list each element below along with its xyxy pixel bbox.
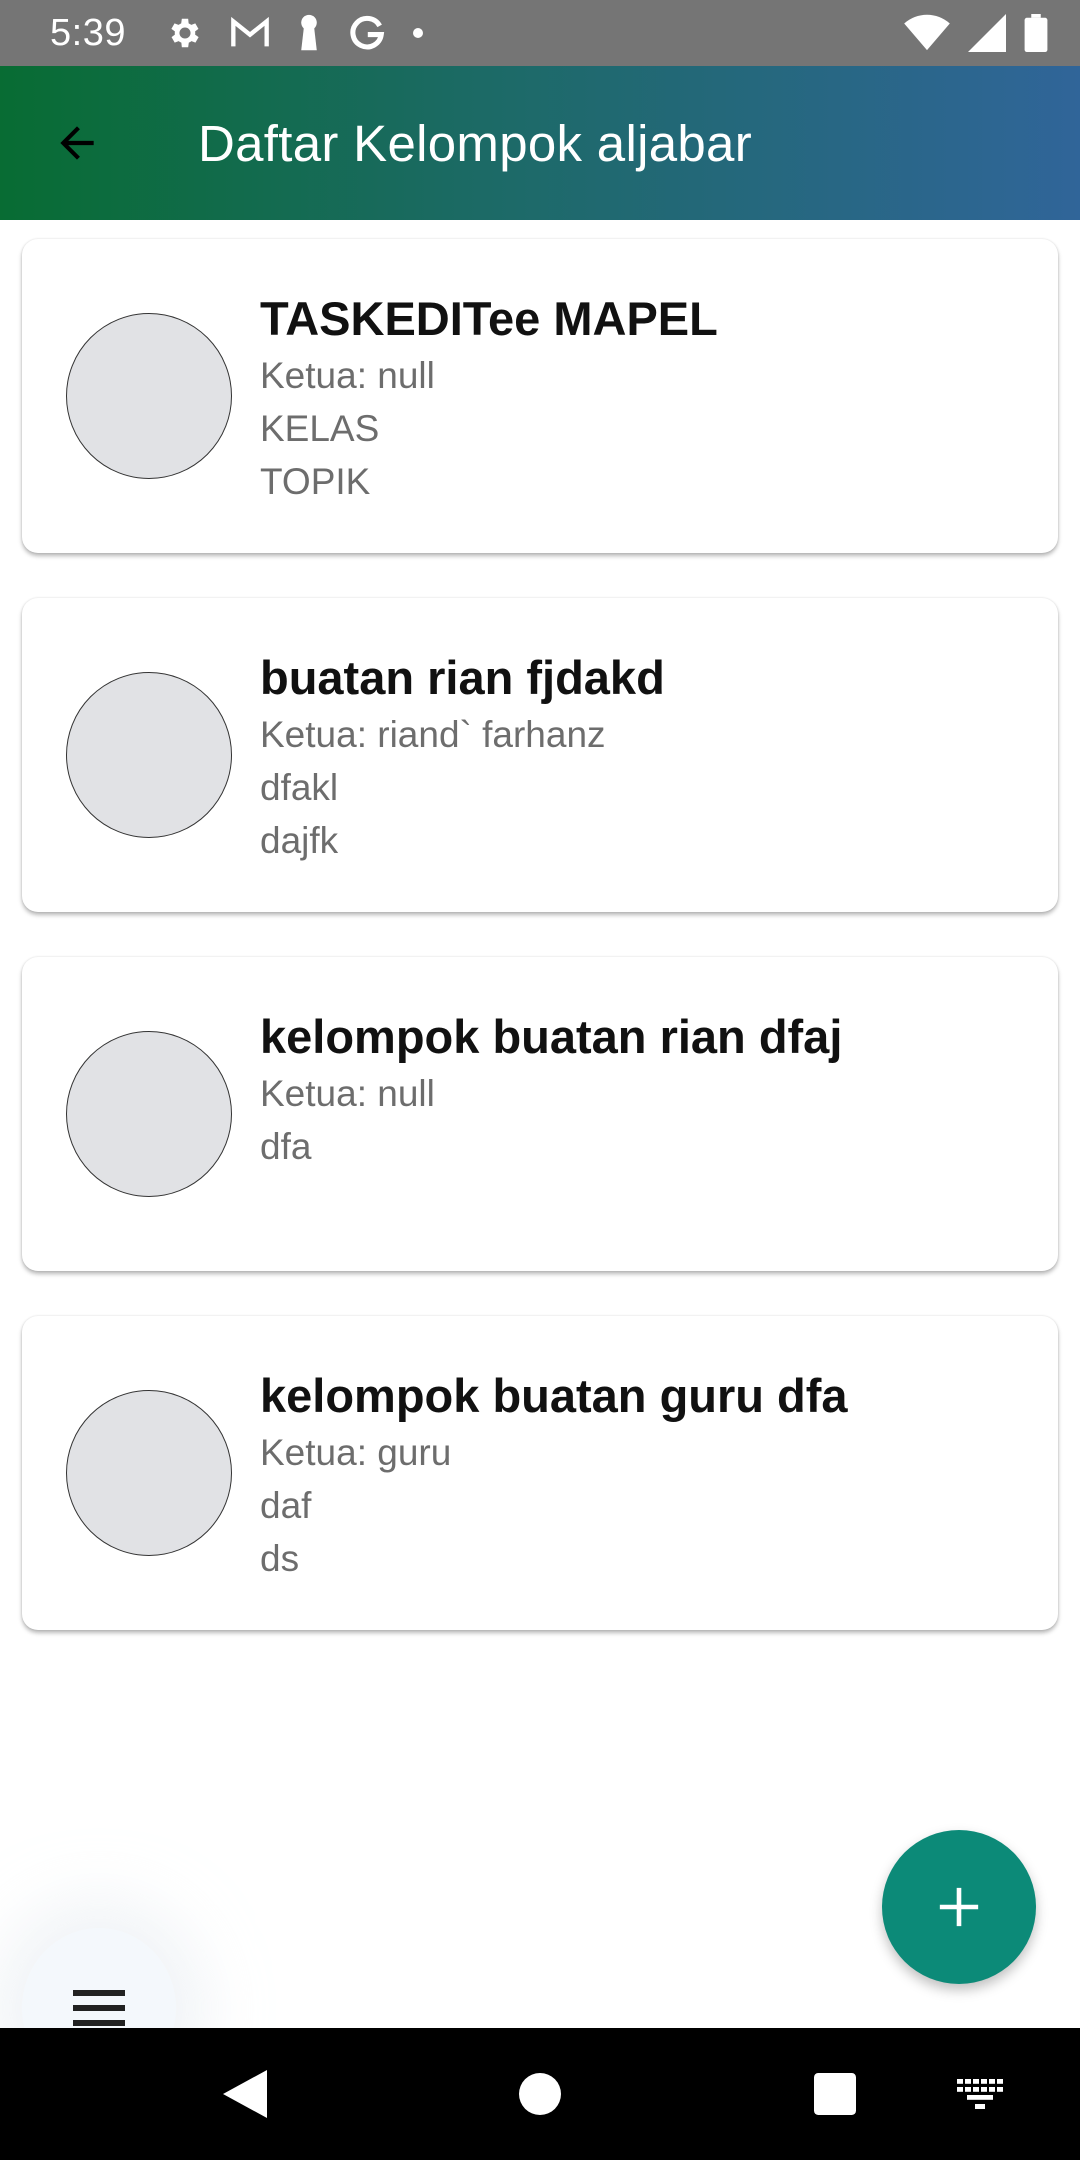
app-bar: Daftar Kelompok aljabar [0, 66, 1080, 220]
add-group-button[interactable] [882, 1830, 1036, 1984]
group-info: buatan rian fjdakd Ketua: riand` farhanz… [260, 648, 1038, 867]
group-class: dfakl [260, 767, 339, 808]
keyhole-icon [301, 14, 317, 51]
group-avatar [66, 1031, 232, 1197]
page-title: Daftar Kelompok aljabar [198, 114, 753, 172]
system-icons [904, 14, 1048, 52]
screen: 5:39 Daftar Kelompok aljabar TASKEDITee … [0, 0, 1080, 2160]
group-leader: Ketua: null [260, 355, 435, 396]
group-name: kelompok buatan rian dfaj [260, 1010, 843, 1063]
group-topic: dajfk [260, 820, 339, 861]
group-avatar [66, 313, 232, 479]
group-info: kelompok buatan guru dfa Ketua: guru daf… [260, 1366, 1038, 1585]
group-name: buatan rian fjdakd [260, 651, 665, 704]
nav-back-button[interactable] [200, 2028, 290, 2160]
group-card[interactable]: TASKEDITee MAPEL Ketua: null KELAS TOPIK [22, 239, 1058, 553]
group-name: kelompok buatan guru dfa [260, 1369, 848, 1422]
plus-icon [939, 1887, 979, 1927]
group-leader: Ketua: null [260, 1073, 435, 1114]
keyboard-icon [957, 2079, 1003, 2109]
group-card[interactable]: kelompok buatan rian dfaj Ketua: null df… [22, 957, 1058, 1271]
group-class: dfa [260, 1126, 312, 1167]
group-topic: TOPIK [260, 461, 371, 502]
group-avatar [66, 672, 232, 838]
system-nav-bar [0, 2028, 1080, 2160]
back-button[interactable] [22, 88, 132, 198]
settings-icon [171, 18, 199, 48]
nav-recents-button[interactable] [790, 2028, 880, 2160]
wifi-icon [904, 14, 950, 51]
group-class: KELAS [260, 408, 380, 449]
google-icon [350, 15, 385, 50]
battery-icon [1024, 14, 1048, 52]
group-class: daf [260, 1485, 312, 1526]
gmail-icon [231, 16, 269, 47]
group-info: TASKEDITee MAPEL Ketua: null KELAS TOPIK [260, 289, 1038, 508]
group-leader: Ketua: riand` farhanz [260, 714, 606, 755]
arrow-back-icon [60, 126, 94, 160]
group-card[interactable]: buatan rian fjdakd Ketua: riand` farhanz… [22, 598, 1058, 912]
group-name: TASKEDITee MAPEL [260, 292, 718, 345]
nav-home-button[interactable] [495, 2028, 585, 2160]
group-card[interactable]: kelompok buatan guru dfa Ketua: guru daf… [22, 1316, 1058, 1630]
group-info: kelompok buatan rian dfaj Ketua: null df… [260, 1007, 1038, 1173]
group-avatar [66, 1390, 232, 1556]
back-triangle-icon [223, 2070, 267, 2118]
home-circle-icon [519, 2073, 561, 2115]
group-leader: Ketua: guru [260, 1432, 452, 1473]
signal-icon [968, 14, 1006, 52]
notification-icons [166, 14, 424, 52]
status-bar: 5:39 [0, 0, 1080, 66]
nav-keyboard-button[interactable] [940, 2028, 1020, 2160]
dot-icon [412, 28, 423, 38]
group-topic: ds [260, 1538, 300, 1579]
status-time: 5:39 [50, 11, 126, 54]
recents-square-icon [814, 2073, 856, 2115]
menu-icon [73, 1990, 125, 2026]
